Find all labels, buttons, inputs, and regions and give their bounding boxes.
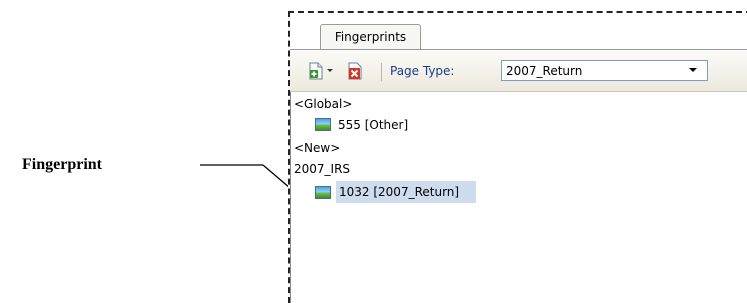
chevron-down-icon[interactable]: [689, 68, 697, 72]
page-type-label: Page Type:: [390, 64, 455, 78]
tab-bar: Fingerprints: [290, 13, 747, 50]
fingerprints-panel: Fingerprints Page Type: 2007_Return <Glo…: [288, 11, 747, 303]
page-type-select[interactable]: 2007_Return: [501, 60, 708, 81]
fingerprint-tree: <Global> 555 [Other] <New> 2007_IRS 1032…: [290, 92, 747, 303]
delete-icon[interactable]: [346, 62, 364, 80]
image-icon: [315, 186, 331, 199]
add-dropdown-chevron-icon[interactable]: [326, 68, 334, 74]
tree-group-global[interactable]: <Global>: [294, 96, 352, 112]
tab-fingerprints[interactable]: Fingerprints: [320, 24, 421, 50]
toolbar-separator: [381, 63, 382, 81]
tree-group-2007-irs[interactable]: 2007_IRS: [294, 161, 350, 177]
tree-group-new[interactable]: <New>: [294, 140, 340, 156]
page-type-value: 2007_Return: [506, 64, 583, 78]
image-icon: [315, 118, 331, 131]
toolbar: Page Type: 2007_Return: [290, 50, 747, 92]
tree-item-label[interactable]: 1032 [2007_Return]: [339, 184, 459, 200]
add-document-icon[interactable]: [308, 62, 324, 80]
tree-item-label[interactable]: 555 [Other]: [338, 117, 408, 133]
